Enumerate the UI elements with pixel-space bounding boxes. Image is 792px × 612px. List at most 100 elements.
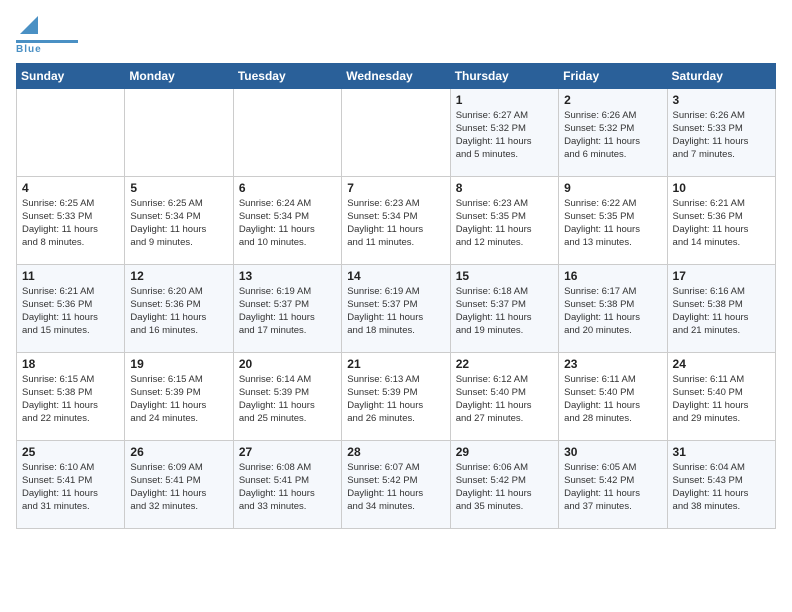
day-number: 14 [347,269,444,283]
calendar-cell: 29 Sunrise: 6:06 AM Sunset: 5:42 PM Dayli… [450,440,558,528]
calendar-cell: 19 Sunrise: 6:15 AM Sunset: 5:39 PM Dayli… [125,352,233,440]
calendar-cell: 16 Sunrise: 6:17 AM Sunset: 5:38 PM Dayli… [559,264,667,352]
day-detail: Sunrise: 6:26 AM Sunset: 5:32 PM Dayligh… [564,109,661,162]
weekday-header-thursday: Thursday [450,63,558,88]
calendar-week-5: 25 Sunrise: 6:10 AM Sunset: 5:41 PM Dayli… [17,440,776,528]
day-number: 18 [22,357,119,371]
day-number: 26 [130,445,227,459]
day-number: 21 [347,357,444,371]
weekday-header-tuesday: Tuesday [233,63,341,88]
calendar-cell: 30Sunrise: 6:05 AM Sunset: 5:42 PM Dayli… [559,440,667,528]
day-detail: Sunrise: 6:24 AM Sunset: 5:34 PM Dayligh… [239,197,336,250]
calendar-cell: 2 Sunrise: 6:26 AM Sunset: 5:32 PM Daylig… [559,88,667,176]
day-number: 9 [564,181,661,195]
weekday-header-monday: Monday [125,63,233,88]
calendar-cell: 23Sunrise: 6:11 AM Sunset: 5:40 PM Dayli… [559,352,667,440]
day-detail: Sunrise: 6:21 AM Sunset: 5:36 PM Dayligh… [22,285,119,338]
day-detail: Sunrise: 6:07 AM Sunset: 5:42 PM Dayligh… [347,461,444,514]
calendar-cell: 1 Sunrise: 6:27 AM Sunset: 5:32 PM Daylig… [450,88,558,176]
calendar-cell: 8 Sunrise: 6:23 AM Sunset: 5:35 PM Daylig… [450,176,558,264]
calendar-cell: 21 Sunrise: 6:13 AM Sunset: 5:39 PM Dayli… [342,352,450,440]
calendar-cell: 22 Sunrise: 6:12 AM Sunset: 5:40 PM Dayli… [450,352,558,440]
day-number: 12 [130,269,227,283]
calendar-cell: 11 Sunrise: 6:21 AM Sunset: 5:36 PM Dayli… [17,264,125,352]
day-detail: Sunrise: 6:23 AM Sunset: 5:35 PM Dayligh… [456,197,553,250]
calendar-cell: 3 Sunrise: 6:26 AM Sunset: 5:33 PM Daylig… [667,88,775,176]
weekday-header-sunday: Sunday [17,63,125,88]
calendar-cell [125,88,233,176]
day-number: 15 [456,269,553,283]
calendar-cell: 12 Sunrise: 6:20 AM Sunset: 5:36 PM Dayli… [125,264,233,352]
calendar-cell: 24Sunrise: 6:11 AM Sunset: 5:40 PM Dayli… [667,352,775,440]
page-header: Blue [16,16,776,55]
day-number: 22 [456,357,553,371]
logo-divider [16,40,78,43]
day-number: 31 [673,445,770,459]
day-number: 17 [673,269,770,283]
calendar-cell: 4 Sunrise: 6:25 AM Sunset: 5:33 PM Daylig… [17,176,125,264]
calendar-cell: 14 Sunrise: 6:19 AM Sunset: 5:37 PM Dayli… [342,264,450,352]
day-detail: Sunrise: 6:26 AM Sunset: 5:33 PM Dayligh… [673,109,770,162]
day-detail: Sunrise: 6:09 AM Sunset: 5:41 PM Dayligh… [130,461,227,514]
day-number: 16 [564,269,661,283]
day-number: 27 [239,445,336,459]
day-detail: Sunrise: 6:15 AM Sunset: 5:38 PM Dayligh… [22,373,119,426]
calendar-body: 1 Sunrise: 6:27 AM Sunset: 5:32 PM Daylig… [17,88,776,528]
day-detail: Sunrise: 6:16 AM Sunset: 5:38 PM Dayligh… [673,285,770,338]
calendar-cell: 27Sunrise: 6:08 AM Sunset: 5:41 PM Dayli… [233,440,341,528]
day-detail: Sunrise: 6:25 AM Sunset: 5:33 PM Dayligh… [22,197,119,250]
day-number: 30 [564,445,661,459]
day-detail: Sunrise: 6:14 AM Sunset: 5:39 PM Dayligh… [239,373,336,426]
calendar-cell: 20 Sunrise: 6:14 AM Sunset: 5:39 PM Dayli… [233,352,341,440]
logo-tagline: Blue [16,44,42,55]
calendar-cell: 26 Sunrise: 6:09 AM Sunset: 5:41 PM Dayli… [125,440,233,528]
day-detail: Sunrise: 6:15 AM Sunset: 5:39 PM Dayligh… [130,373,227,426]
day-detail: Sunrise: 6:17 AM Sunset: 5:38 PM Dayligh… [564,285,661,338]
day-number: 20 [239,357,336,371]
calendar-table: SundayMondayTuesdayWednesdayThursdayFrid… [16,63,776,529]
calendar-cell: 6Sunrise: 6:24 AM Sunset: 5:34 PM Daylig… [233,176,341,264]
calendar-header: SundayMondayTuesdayWednesdayThursdayFrid… [17,63,776,88]
day-detail: Sunrise: 6:04 AM Sunset: 5:43 PM Dayligh… [673,461,770,514]
day-detail: Sunrise: 6:06 AM Sunset: 5:42 PM Dayligh… [456,461,553,514]
day-detail: Sunrise: 6:23 AM Sunset: 5:34 PM Dayligh… [347,197,444,250]
calendar-cell [233,88,341,176]
day-number: 13 [239,269,336,283]
day-number: 4 [22,181,119,195]
day-detail: Sunrise: 6:25 AM Sunset: 5:34 PM Dayligh… [130,197,227,250]
day-number: 8 [456,181,553,195]
day-number: 29 [456,445,553,459]
calendar-cell [342,88,450,176]
day-number: 28 [347,445,444,459]
logo-triangle-icon [20,16,38,39]
day-number: 2 [564,93,661,107]
calendar-cell: 15 Sunrise: 6:18 AM Sunset: 5:37 PM Dayli… [450,264,558,352]
day-number: 5 [130,181,227,195]
day-detail: Sunrise: 6:10 AM Sunset: 5:41 PM Dayligh… [22,461,119,514]
day-number: 3 [673,93,770,107]
calendar-cell: 5 Sunrise: 6:25 AM Sunset: 5:34 PM Daylig… [125,176,233,264]
day-detail: Sunrise: 6:11 AM Sunset: 5:40 PM Dayligh… [673,373,770,426]
calendar-week-4: 18 Sunrise: 6:15 AM Sunset: 5:38 PM Dayli… [17,352,776,440]
day-number: 10 [673,181,770,195]
day-detail: Sunrise: 6:27 AM Sunset: 5:32 PM Dayligh… [456,109,553,162]
calendar-cell: 18 Sunrise: 6:15 AM Sunset: 5:38 PM Dayli… [17,352,125,440]
weekday-header-saturday: Saturday [667,63,775,88]
day-detail: Sunrise: 6:12 AM Sunset: 5:40 PM Dayligh… [456,373,553,426]
day-detail: Sunrise: 6:13 AM Sunset: 5:39 PM Dayligh… [347,373,444,426]
day-detail: Sunrise: 6:22 AM Sunset: 5:35 PM Dayligh… [564,197,661,250]
day-detail: Sunrise: 6:21 AM Sunset: 5:36 PM Dayligh… [673,197,770,250]
calendar-cell [17,88,125,176]
day-detail: Sunrise: 6:19 AM Sunset: 5:37 PM Dayligh… [347,285,444,338]
day-number: 11 [22,269,119,283]
day-number: 1 [456,93,553,107]
day-detail: Sunrise: 6:20 AM Sunset: 5:36 PM Dayligh… [130,285,227,338]
calendar-week-2: 4 Sunrise: 6:25 AM Sunset: 5:33 PM Daylig… [17,176,776,264]
day-number: 25 [22,445,119,459]
calendar-cell: 17 Sunrise: 6:16 AM Sunset: 5:38 PM Dayli… [667,264,775,352]
day-number: 19 [130,357,227,371]
calendar-cell: 7Sunrise: 6:23 AM Sunset: 5:34 PM Daylig… [342,176,450,264]
calendar-cell: 13Sunrise: 6:19 AM Sunset: 5:37 PM Dayli… [233,264,341,352]
calendar-week-1: 1 Sunrise: 6:27 AM Sunset: 5:32 PM Daylig… [17,88,776,176]
day-detail: Sunrise: 6:18 AM Sunset: 5:37 PM Dayligh… [456,285,553,338]
